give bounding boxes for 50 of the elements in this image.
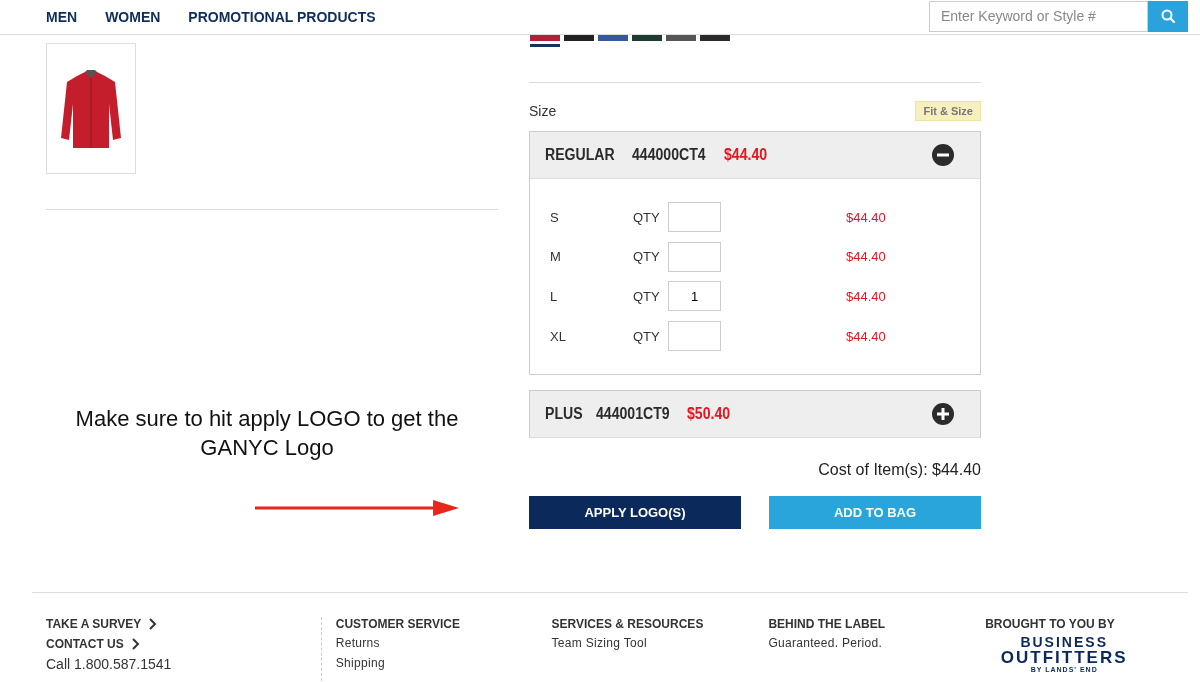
footer-link[interactable]: Team Sizing Tool bbox=[551, 636, 755, 650]
footer-link[interactable]: TAKE A SURVEY bbox=[46, 617, 321, 631]
phone-number: Call 1.800.587.1541 bbox=[46, 656, 173, 672]
annotation-text: Make sure to hit apply LOGO to get the GANYC Logo bbox=[74, 405, 460, 462]
size-price: $44.40 bbox=[846, 328, 886, 344]
size-label: Size bbox=[529, 103, 557, 119]
cost-total: Cost of Item(s): $44.40 bbox=[817, 461, 981, 480]
footer-heading: BROUGHT TO YOU BY bbox=[985, 617, 1116, 631]
nav-link[interactable]: WOMEN bbox=[105, 9, 161, 25]
size-name: M bbox=[549, 249, 562, 265]
footer-heading: SERVICES & RESOURCES bbox=[551, 617, 705, 631]
style-number: 444001CT9 bbox=[595, 405, 670, 424]
size-name: S bbox=[549, 209, 560, 225]
group-name: PLUS bbox=[545, 405, 583, 424]
qty-label: QTY bbox=[633, 328, 661, 344]
size-price: $44.40 bbox=[846, 249, 886, 265]
qty-label: QTY bbox=[633, 249, 661, 265]
footer-link[interactable]: Guaranteed. Period. bbox=[768, 636, 972, 650]
apply-logo-button[interactable]: APPLY LOGO(S) bbox=[529, 496, 741, 530]
qty-label: QTY bbox=[633, 288, 661, 304]
size-group-header[interactable]: PLUS 444001CT9 $50.40 bbox=[530, 391, 980, 438]
size-name: L bbox=[549, 288, 559, 304]
footer-link[interactable]: Shipping bbox=[335, 656, 538, 670]
chevron-icon bbox=[130, 638, 140, 650]
footer-heading: CUSTOMER SERVICE bbox=[335, 617, 461, 631]
style-number: 444000CT4 bbox=[632, 146, 706, 164]
group-price: $50.40 bbox=[687, 405, 731, 424]
search-button[interactable] bbox=[1148, 0, 1188, 32]
qty-field[interactable] bbox=[668, 241, 721, 272]
nav-link[interactable]: PROMOTIONAL PRODUCTS bbox=[188, 9, 376, 25]
qty-label: QTY bbox=[633, 209, 661, 225]
search-field[interactable]: Enter Keyword or Style # bbox=[929, 0, 1148, 32]
footer-link[interactable]: Returns bbox=[335, 636, 538, 650]
qty-field[interactable]: 1 bbox=[668, 281, 721, 312]
fit-size-button[interactable]: Fit & Size bbox=[915, 101, 981, 121]
size-name: XL bbox=[549, 328, 567, 344]
nav-link[interactable]: MEN bbox=[46, 9, 78, 25]
qty-field[interactable] bbox=[668, 321, 721, 352]
size-price: $44.40 bbox=[846, 209, 886, 225]
size-price: $44.40 bbox=[846, 288, 886, 304]
qty-field[interactable] bbox=[668, 202, 721, 232]
size-group-header[interactable]: REGULAR 444000CT4 $44.40 bbox=[530, 132, 980, 178]
search-icon bbox=[1161, 9, 1175, 23]
footer-heading: BEHIND THE LABEL bbox=[768, 617, 887, 631]
color-swatch[interactable] bbox=[530, 35, 560, 47]
group-price: $44.40 bbox=[723, 146, 767, 164]
chevron-icon bbox=[148, 618, 158, 630]
product-thumbnail[interactable] bbox=[46, 43, 136, 174]
group-name: REGULAR bbox=[545, 146, 615, 164]
footer-link[interactable]: CONTACT US bbox=[46, 637, 321, 651]
